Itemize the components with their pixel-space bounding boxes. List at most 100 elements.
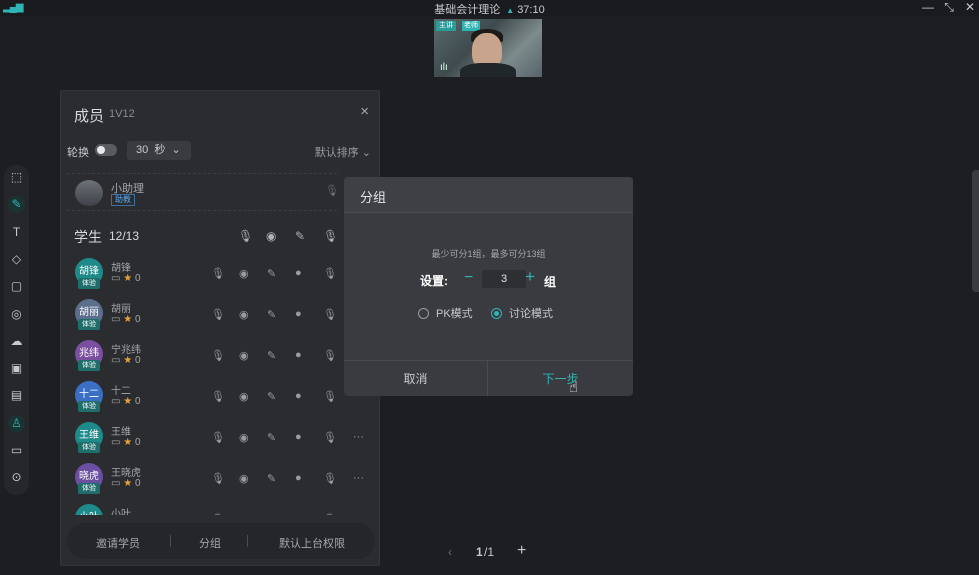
student-row[interactable]: 晓虎 体验 王晓虎 ▭ ★ 0 🎙 ◉ ✎ ● 🎙 ··· bbox=[67, 460, 367, 500]
more-icon[interactable]: ··· bbox=[353, 472, 364, 484]
text-icon[interactable]: T bbox=[8, 224, 25, 241]
stage-icon[interactable]: 🎙 bbox=[323, 472, 337, 485]
next-step-button[interactable]: 下一步 bbox=[488, 361, 633, 396]
group-count-input[interactable]: 3 bbox=[482, 270, 526, 288]
camera-icon[interactable]: ◉ bbox=[239, 349, 249, 362]
student-row[interactable]: 王维 体验 王维 ▭ ★ 0 🎙 ◉ ✎ ● 🎙 ··· bbox=[67, 419, 367, 459]
restore-button[interactable]: ⤡ bbox=[941, 0, 957, 15]
members-close-icon[interactable]: × bbox=[360, 103, 369, 120]
seconds-select[interactable]: 30 秒 ⌄ bbox=[127, 141, 191, 160]
discuss-mode-radio[interactable]: 讨论模式 bbox=[491, 305, 553, 321]
more-icon[interactable]: ··· bbox=[353, 431, 364, 443]
image-icon[interactable]: ▣ bbox=[8, 360, 25, 377]
pen-icon[interactable]: ✎ bbox=[267, 513, 276, 515]
mic-icon[interactable]: 🎙 bbox=[211, 349, 225, 362]
mic-icon[interactable]: 🎙 bbox=[211, 513, 225, 515]
pen-icon[interactable]: ✎ bbox=[267, 267, 276, 280]
total-pages: /1 bbox=[484, 545, 495, 559]
student-row[interactable]: 胡锋 体验 胡锋 ▭ ★ 0 🎙 ◉ ✎ ● 🎙 bbox=[67, 255, 367, 295]
trophy-icon[interactable]: ● bbox=[295, 349, 302, 361]
close-button[interactable]: ✕ bbox=[962, 0, 978, 14]
toolbox-icon[interactable]: ▤ bbox=[8, 387, 25, 404]
student-row[interactable]: 小叶 小叶 🎙 ◉ ✎ ● 🎙 bbox=[67, 501, 367, 515]
stage-icon[interactable]: 🎙 bbox=[323, 390, 337, 403]
screen-icon: ▭ bbox=[111, 273, 121, 284]
decrement-button[interactable]: − bbox=[464, 269, 473, 287]
sort-select[interactable]: 默认排序 ⌄ bbox=[315, 144, 371, 160]
video-person-body bbox=[460, 63, 516, 77]
student-row[interactable]: 胡丽 体验 胡丽 ▭ ★ 0 🎙 ◉ ✎ ● 🎙 bbox=[67, 296, 367, 336]
mic-icon[interactable]: 🎙 bbox=[211, 431, 225, 444]
star-icon: ★ bbox=[123, 478, 133, 489]
student-stats: ▭ ★ 0 bbox=[111, 478, 141, 489]
add-page-button[interactable]: + bbox=[517, 542, 526, 560]
grouping-dialog: 分组 最少可分1组，最多可分13组 设置: − 3 + 组 PK模式 讨论模式 … bbox=[344, 177, 633, 396]
mute-all-icon[interactable]: 🎙 bbox=[238, 229, 253, 243]
rotate-toggle[interactable] bbox=[95, 144, 117, 156]
chat-icon[interactable]: ▭ bbox=[8, 442, 25, 459]
settings-icon[interactable]: ⊙ bbox=[8, 469, 25, 486]
mic-icon[interactable]: 🎙 bbox=[211, 308, 225, 321]
mic-icon[interactable]: 🎙 bbox=[211, 390, 225, 403]
stage-icon[interactable]: 🎙 bbox=[323, 513, 337, 515]
cloud-icon[interactable]: ☁ bbox=[8, 333, 25, 350]
mic-icon[interactable]: 🎙 bbox=[211, 267, 225, 280]
trial-badge: 体验 bbox=[78, 319, 100, 330]
trophy-icon[interactable]: ● bbox=[295, 513, 302, 515]
stage-icon[interactable]: 🎙 bbox=[323, 349, 337, 362]
right-collapse-handle[interactable] bbox=[972, 170, 979, 292]
camera-all-icon[interactable]: ◉ bbox=[266, 229, 276, 243]
sort-label: 默认排序 bbox=[314, 147, 359, 159]
camera-icon[interactable]: ◉ bbox=[239, 267, 249, 280]
pen-icon[interactable]: ✎ bbox=[267, 431, 276, 444]
star-icon: ★ bbox=[123, 396, 133, 407]
pen-icon[interactable]: ✎ bbox=[267, 390, 276, 403]
student-row[interactable]: 兆纬 体验 宁兆纬 ▭ ★ 0 🎙 ◉ ✎ ● 🎙 bbox=[67, 337, 367, 377]
chevron-down-icon: ⌄ bbox=[171, 144, 181, 156]
increment-button[interactable]: + bbox=[525, 267, 535, 287]
pen-icon[interactable]: ✎ bbox=[267, 308, 276, 321]
shape-icon[interactable]: ▢ bbox=[8, 278, 25, 295]
pointer-icon[interactable]: ◎ bbox=[8, 306, 25, 323]
trophy-icon[interactable]: ● bbox=[295, 472, 302, 484]
mic-icon[interactable]: 🎙 bbox=[211, 472, 225, 485]
eraser-icon[interactable]: ◇ bbox=[8, 251, 25, 268]
radio-circle-selected bbox=[491, 308, 502, 319]
camera-icon[interactable]: ◉ bbox=[239, 390, 249, 403]
student-stats: ▭ ★ 0 bbox=[111, 355, 141, 366]
pen-icon[interactable]: ✎ bbox=[8, 196, 25, 214]
trophy-icon[interactable]: ● bbox=[295, 390, 302, 402]
camera-icon[interactable]: ◉ bbox=[239, 308, 249, 321]
pen-icon[interactable]: ✎ bbox=[267, 472, 276, 485]
draw-all-icon[interactable]: ✎ bbox=[295, 229, 305, 243]
whiteboard-toolbar: ⬚ ✎ T ◇ ▢ ◎ ☁ ▣ ▤ ♙ ▭ ⊙ bbox=[4, 165, 29, 495]
members-icon[interactable]: ♙ bbox=[8, 414, 25, 432]
select-icon[interactable]: ⬚ bbox=[8, 169, 25, 186]
students-count: 12/13 bbox=[109, 229, 140, 243]
trophy-icon[interactable]: ● bbox=[295, 267, 302, 279]
camera-icon[interactable]: ◉ bbox=[239, 431, 249, 444]
stage-icon[interactable]: 🎙 bbox=[323, 267, 337, 280]
trophy-icon[interactable]: ● bbox=[295, 431, 302, 443]
invite-button[interactable]: 邀请学员 bbox=[96, 535, 140, 551]
divider bbox=[247, 535, 248, 547]
student-avatar: 小叶 bbox=[75, 504, 103, 515]
stage-icon[interactable]: 🎙 bbox=[323, 308, 337, 321]
minimize-button[interactable]: — bbox=[920, 0, 936, 14]
cancel-button[interactable]: 取消 bbox=[344, 361, 488, 396]
star-count: 0 bbox=[134, 396, 141, 407]
camera-icon[interactable]: ◉ bbox=[239, 472, 249, 485]
pk-mode-radio[interactable]: PK模式 bbox=[418, 305, 473, 321]
trophy-icon[interactable]: ● bbox=[295, 308, 302, 320]
student-name: 王维 bbox=[111, 427, 131, 438]
camera-icon[interactable]: ◉ bbox=[239, 513, 249, 515]
prev-page-button[interactable]: ‹ bbox=[448, 545, 452, 559]
stage-icon[interactable]: 🎙 bbox=[323, 431, 337, 444]
stage-permission-button[interactable]: 默认上台权限 bbox=[279, 535, 345, 551]
pen-icon[interactable]: ✎ bbox=[267, 349, 276, 362]
stage-all-icon[interactable]: 🎙 bbox=[323, 229, 338, 243]
student-row[interactable]: 十二 体验 十二 ▭ ★ 0 🎙 ◉ ✎ ● 🎙 bbox=[67, 378, 367, 418]
group-button[interactable]: 分组 bbox=[199, 535, 221, 551]
microphone-icon[interactable]: 🎙 bbox=[325, 184, 339, 197]
teacher-video[interactable]: 主讲 老师 ılı bbox=[434, 19, 542, 77]
